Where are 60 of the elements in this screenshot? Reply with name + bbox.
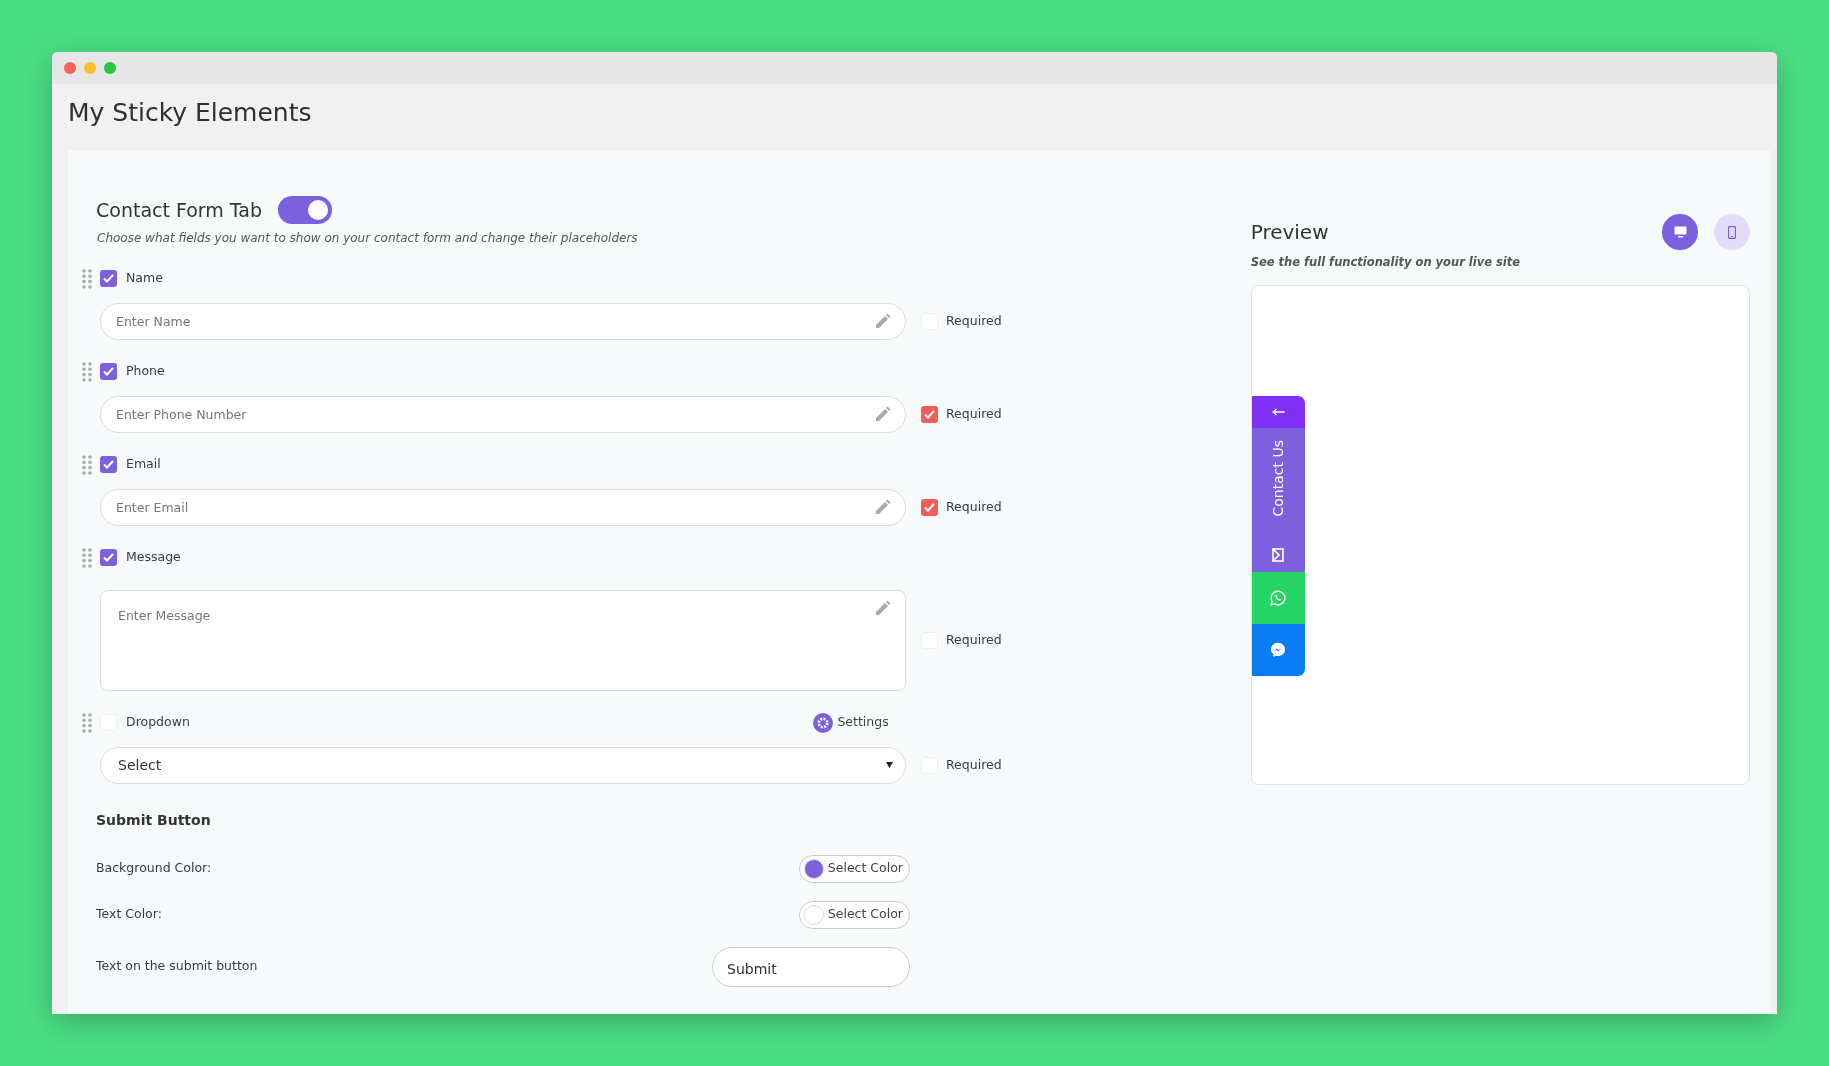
field-label: Phone: [126, 362, 165, 381]
required-checkbox[interactable]: [921, 405, 938, 423]
chat-bubble-phone-icon: [1270, 590, 1287, 607]
required-label: Required: [946, 311, 1002, 330]
settings-button[interactable]: Settings: [813, 712, 889, 733]
field-checkbox[interactable]: [100, 456, 117, 473]
maximize-icon[interactable]: [104, 62, 116, 74]
field-checkbox[interactable]: [100, 549, 117, 566]
color-picker-button[interactable]: Select Color: [798, 900, 910, 929]
section-heading: Submit Button: [96, 810, 212, 830]
drag-handle-icon[interactable]: [82, 712, 92, 733]
section-title: Contact Form Tab: [96, 198, 263, 223]
color-picker-button[interactable]: Select Color: [798, 854, 910, 883]
page-title: My Sticky Elements: [67, 97, 313, 129]
drag-handle-icon[interactable]: [82, 454, 92, 475]
required-label: Required: [946, 404, 1002, 423]
monitor-icon: [1673, 226, 1687, 238]
message-field[interactable]: Enter Message: [100, 589, 906, 691]
desktop-view-button[interactable]: [1662, 214, 1698, 250]
chat-bubble-icon: [1270, 642, 1287, 659]
phone-icon: [1728, 225, 1736, 239]
drag-handle-icon[interactable]: [82, 361, 92, 382]
collapse-button[interactable]: [1251, 396, 1305, 429]
minimize-icon[interactable]: [84, 62, 96, 74]
text-field[interactable]: Submit: [712, 946, 910, 987]
required-label: Required: [946, 630, 1002, 649]
pencil-icon[interactable]: [874, 404, 892, 423]
preview-title: Preview: [1250, 219, 1329, 246]
toggle-switch[interactable]: [278, 196, 333, 225]
drag-handle-icon[interactable]: [82, 547, 92, 568]
required-label: Required: [946, 497, 1002, 516]
contact-us-tab[interactable]: Contact Us: [1251, 428, 1305, 573]
field-label: Email: [126, 455, 161, 474]
required-checkbox[interactable]: [921, 498, 938, 516]
text-field[interactable]: Enter Email: [100, 488, 906, 526]
required-label: Required: [946, 755, 1002, 774]
close-icon[interactable]: [64, 62, 76, 74]
pencil-icon[interactable]: [874, 497, 892, 516]
pencil-icon[interactable]: [874, 311, 892, 330]
text-field[interactable]: Enter Phone Number: [100, 395, 906, 433]
mobile-view-button[interactable]: [1714, 214, 1750, 250]
description-text: Choose what fields you want to show on your contact form and change their placeholders: [97, 229, 639, 247]
messenger-button[interactable]: [1251, 624, 1305, 677]
field-label: Message: [126, 548, 181, 567]
setting-label: Background Color:: [96, 859, 212, 878]
pencil-icon[interactable]: [874, 598, 892, 617]
field-checkbox[interactable]: [100, 270, 117, 287]
caret-icon: [886, 762, 893, 768]
setting-label: Text on the submit button: [96, 957, 258, 976]
envelope-icon: [1272, 548, 1285, 563]
text-field[interactable]: Enter Name: [100, 302, 906, 340]
drag-handle-icon[interactable]: [82, 268, 92, 289]
arrow-left-icon: [1271, 408, 1285, 417]
settings-icon: [813, 712, 834, 733]
dropdown-field[interactable]: Select: [100, 746, 906, 784]
field-label: Name: [126, 269, 163, 288]
setting-label: Text Color:: [96, 905, 162, 924]
field-label: Dropdown: [126, 713, 190, 732]
field-checkbox[interactable]: [100, 363, 117, 380]
preview-subtitle: See the full functionality on your live site: [1250, 254, 1522, 271]
